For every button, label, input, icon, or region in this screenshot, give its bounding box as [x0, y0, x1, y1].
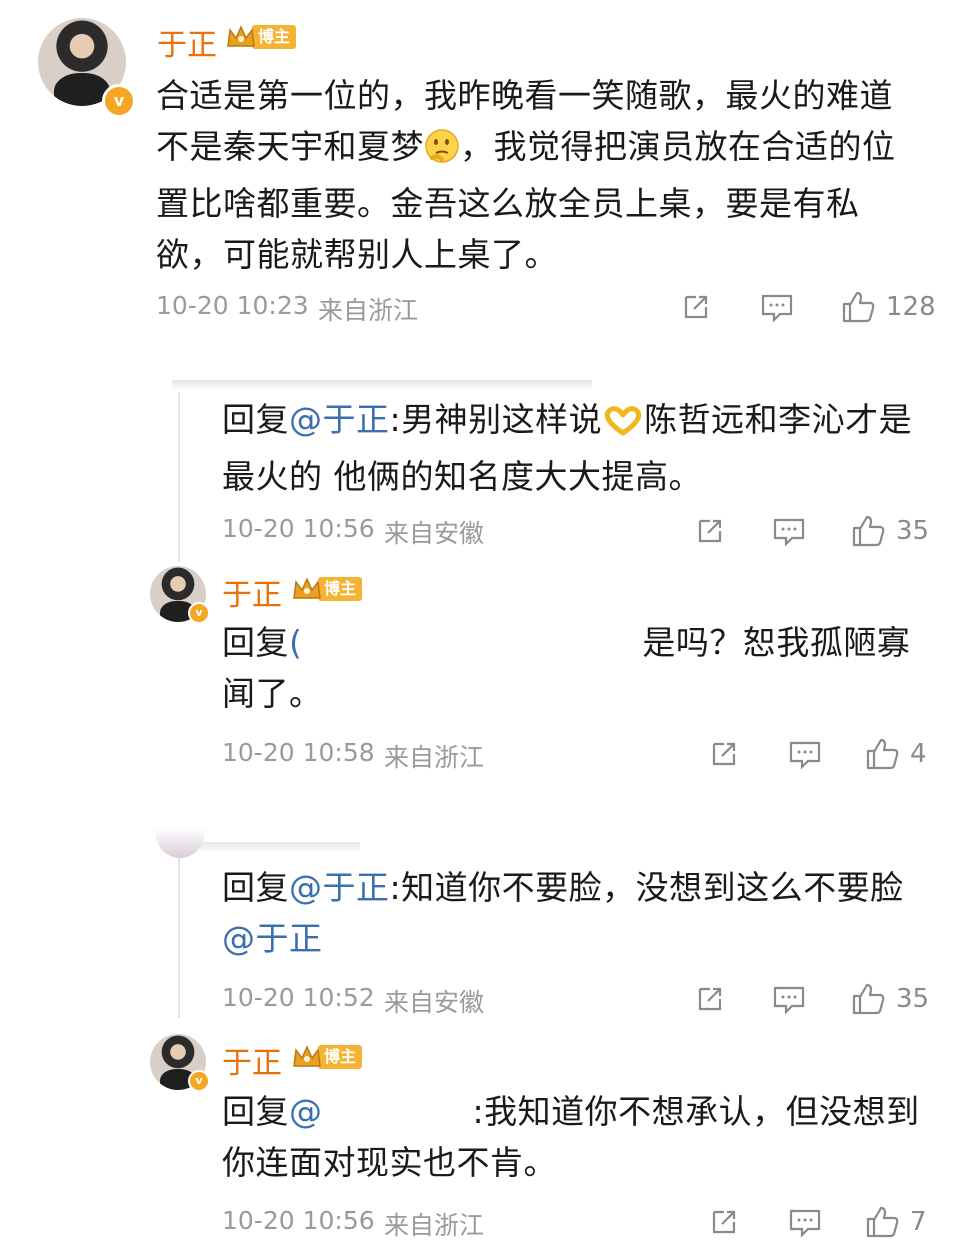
reply-text: 回复@于正:男神别这样说 陈哲远和李沁才是最火的 他俩的知名度大大提高。 [222, 400, 913, 496]
share-icon[interactable] [694, 983, 726, 1015]
reply-meta-time: 10-20 10:56 [222, 514, 375, 543]
reply-meta-location: 来自浙江 [384, 1211, 485, 1240]
comment-icon[interactable] [788, 738, 822, 770]
redacted-area [322, 1089, 473, 1129]
blogger-badge: 博主 [292, 576, 363, 602]
comment-icon[interactable] [772, 515, 806, 547]
reply-actions: 7 [708, 1205, 927, 1239]
badge-label: 博主 [318, 1045, 363, 1069]
like-count: 128 [886, 292, 936, 322]
reply-actions: 35 [694, 982, 929, 1016]
reply-text: 回复(是吗？恕我孤陋寡闻了。 [222, 617, 932, 719]
crown-icon [293, 1045, 321, 1067]
username[interactable]: 于正 [222, 570, 282, 614]
share-icon[interactable] [694, 515, 726, 547]
reply-meta-time: 10-20 10:58 [222, 738, 375, 767]
like-count: 35 [896, 984, 930, 1014]
mention-link[interactable]: @ [289, 1092, 323, 1131]
share-icon[interactable] [680, 291, 712, 323]
reply-meta-location: 来自安徽 [384, 519, 485, 548]
like-icon [842, 291, 875, 323]
reply-meta-time: 10-20 10:56 [222, 1206, 375, 1235]
redacted-area [302, 620, 643, 660]
username[interactable]: 于正 [157, 20, 217, 64]
crown-icon [293, 577, 321, 599]
mention-link[interactable]: @于正 [222, 919, 323, 958]
like-button[interactable]: 35 [850, 982, 929, 1016]
reply-actions: 35 [694, 514, 929, 548]
reply-meta-location: 来自安徽 [384, 988, 485, 1017]
comment-meta-time: 10-20 10:23 [156, 291, 309, 320]
like-count: 35 [896, 516, 930, 546]
username[interactable]: 于正 [222, 1038, 282, 1082]
reply-text: 回复@:我知道你不想承认，但没想到你连面对现实也不肯。 [222, 1086, 932, 1188]
like-button[interactable]: 4 [864, 737, 927, 771]
crown-icon [227, 25, 255, 47]
like-button[interactable]: 7 [864, 1205, 927, 1239]
like-icon [852, 983, 885, 1015]
reply-meta-time: 10-20 10:52 [222, 983, 375, 1012]
like-icon [852, 515, 885, 547]
badge-label: 博主 [252, 25, 297, 49]
like-count: 7 [910, 1207, 927, 1237]
share-icon[interactable] [708, 738, 740, 770]
mention-link[interactable]: @于正 [289, 400, 390, 439]
share-icon[interactable] [708, 1206, 740, 1238]
like-icon [866, 738, 899, 770]
comment-text: 合适是第一位的，我昨晚看一笑随歌，最火的难道不是秦天宇和夏梦 ，我觉得把演员放在合… [156, 76, 896, 274]
comment-icon[interactable] [760, 291, 794, 323]
comment-icon[interactable] [788, 1206, 822, 1238]
blogger-badge: 博主 [226, 24, 297, 50]
like-icon [866, 1206, 899, 1238]
thread-line [178, 392, 180, 562]
comment-actions: 128 [680, 290, 936, 324]
avatar[interactable] [156, 828, 204, 858]
comment-meta-location: 来自浙江 [318, 296, 419, 325]
thinking-emoji-icon [424, 127, 460, 178]
reply-meta-location: 来自浙江 [384, 743, 485, 772]
mention-link[interactable]: @于正 [289, 868, 390, 907]
verified-icon: v [188, 602, 210, 624]
thread-line [178, 858, 180, 1018]
verified-icon: v [102, 84, 136, 118]
blogger-badge: 博主 [292, 1044, 363, 1070]
reply-text: 回复@于正:知道你不要脸，没想到这么不要脸@于正 [222, 868, 904, 958]
like-button[interactable]: 128 [840, 290, 936, 324]
reply-actions: 4 [708, 737, 927, 771]
mention-link[interactable]: ( [289, 623, 302, 662]
fade-edge [172, 380, 592, 390]
heart-hands-icon [602, 400, 644, 451]
verified-icon: v [188, 1070, 210, 1092]
like-button[interactable]: 35 [850, 514, 929, 548]
comment-icon[interactable] [772, 983, 806, 1015]
badge-label: 博主 [318, 577, 363, 601]
like-count: 4 [910, 739, 927, 769]
